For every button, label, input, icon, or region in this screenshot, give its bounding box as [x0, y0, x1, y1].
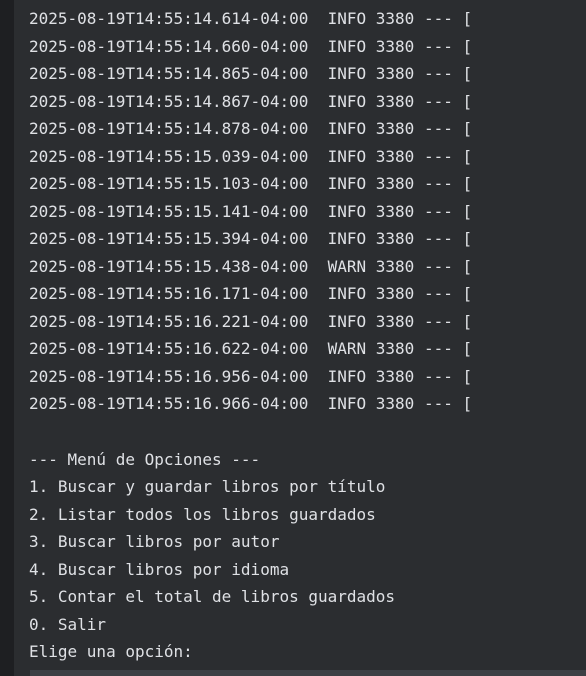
log-line: 2025-08-19T14:55:16.956-04:00 INFO 3380 …: [29, 367, 473, 386]
editor-gutter: [0, 0, 14, 676]
menu-header: --- Menú de Opciones ---: [29, 450, 261, 469]
log-line: 2025-08-19T14:55:15.141-04:00 INFO 3380 …: [29, 202, 473, 221]
log-line: 2025-08-19T14:55:15.103-04:00 INFO 3380 …: [29, 174, 473, 193]
log-line: 2025-08-19T14:55:14.865-04:00 INFO 3380 …: [29, 64, 473, 83]
menu-option: 0. Salir: [29, 615, 107, 634]
log-line: 2025-08-19T14:55:15.438-04:00 WARN 3380 …: [29, 257, 473, 276]
log-line: 2025-08-19T14:55:14.867-04:00 INFO 3380 …: [29, 92, 473, 111]
log-line: 2025-08-19T14:55:16.221-04:00 INFO 3380 …: [29, 312, 473, 331]
menu-option: 3. Buscar libros por autor: [29, 532, 280, 551]
log-line: 2025-08-19T14:55:16.966-04:00 INFO 3380 …: [29, 394, 473, 413]
menu-prompt: Elige una opción:: [29, 642, 193, 661]
log-line: 2025-08-19T14:55:14.660-04:00 INFO 3380 …: [29, 37, 473, 56]
log-line: 2025-08-19T14:55:15.394-04:00 INFO 3380 …: [29, 229, 473, 248]
log-line: 2025-08-19T14:55:16.622-04:00 WARN 3380 …: [29, 339, 473, 358]
menu-option: 4. Buscar libros por idioma: [29, 560, 290, 579]
log-line: 2025-08-19T14:55:16.171-04:00 INFO 3380 …: [29, 284, 473, 303]
run-console-output[interactable]: 2025-08-19T14:55:14.614-04:00 INFO 3380 …: [14, 0, 586, 676]
log-line: 2025-08-19T14:55:15.039-04:00 INFO 3380 …: [29, 147, 473, 166]
menu-option: 5. Contar el total de libros guardados: [29, 587, 396, 606]
log-line: 2025-08-19T14:55:14.878-04:00 INFO 3380 …: [29, 119, 473, 138]
log-line: 2025-08-19T14:55:14.614-04:00 INFO 3380 …: [29, 9, 473, 28]
menu-option: 2. Listar todos los libros guardados: [29, 505, 376, 524]
console-input-line[interactable]: [30, 670, 586, 676]
menu-option: 1. Buscar y guardar libros por título: [29, 477, 386, 496]
